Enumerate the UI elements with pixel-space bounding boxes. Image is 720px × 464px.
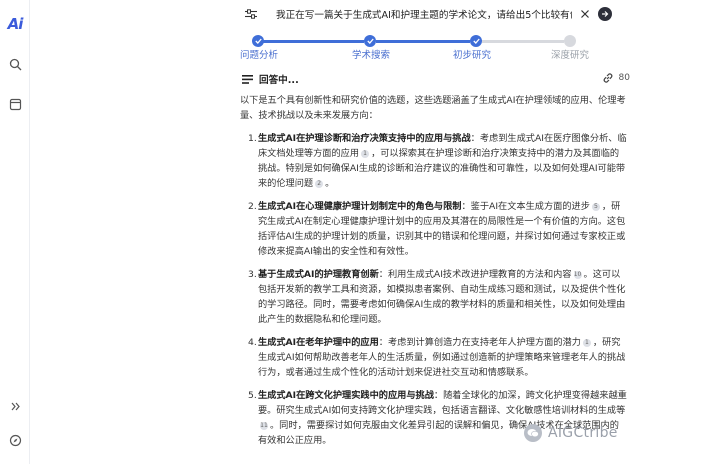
step-indicator	[470, 35, 482, 47]
citation-badge[interactable]: 1	[582, 338, 591, 347]
progress-stepper: 问题分析 学术搜索 初步研究 深度研究	[30, 30, 720, 66]
compass-icon	[9, 434, 21, 446]
arrow-right-icon	[602, 11, 609, 17]
answer-status: 回答中...	[259, 75, 299, 86]
step-indicator	[252, 35, 264, 47]
submit-button[interactable]	[598, 7, 612, 21]
app-logo[interactable]: Ai	[0, 12, 30, 36]
check-icon	[254, 38, 262, 44]
topic-item: 2. 生成式AI在心理健康护理计划制定中的角色与限制：鉴于AI在文本生成方面的进步…	[240, 199, 628, 259]
topic-number: 5.	[248, 390, 257, 401]
citation-badge[interactable]: 2	[315, 179, 324, 188]
expand-icon	[11, 402, 20, 410]
notebook-icon	[9, 98, 21, 110]
notebook-button[interactable]	[0, 92, 30, 116]
watermark: AIGCtribe	[524, 424, 618, 442]
check-icon	[366, 38, 374, 44]
answer-intro: 以下是五个具有创新性和研究价值的选题，这些选题涵盖了生成式AI在护理领域的应用、…	[240, 95, 626, 121]
query-bar: 我正在写一篇关于生成式AI和护理主题的学术论文，请给出5个比较有创新	[240, 3, 626, 25]
discover-button[interactable]	[0, 428, 30, 452]
watermark-text: AIGCtribe	[548, 425, 618, 441]
topic-text: ：利用生成式AI技术改进护理教育的方法和内容	[378, 269, 572, 280]
topic-item: 4. 生成式AI在老年护理中的应用：考虑到计算创造力在支持老年人护理方面的潜力 1，…	[240, 335, 628, 380]
topic-number: 4.	[248, 337, 257, 348]
sources-button[interactable]: 80	[602, 72, 630, 84]
citation-badge[interactable]: 10	[573, 270, 582, 279]
logo-text: Ai	[7, 15, 24, 33]
step-connector	[376, 40, 470, 43]
topic-text: ：鉴于AI在文本生成方面的进步	[461, 201, 590, 212]
link-icon	[603, 73, 612, 83]
query-input[interactable]: 我正在写一篇关于生成式AI和护理主题的学术论文，请给出5个比较有创新	[276, 7, 572, 21]
search-button[interactable]	[0, 52, 30, 76]
left-rail: Ai	[0, 0, 30, 464]
citation-badge[interactable]: 5	[591, 202, 600, 211]
topic-list: 1. 生成式AI在护理诊断和治疗决策支持中的应用与挑战：考虑到生成式AI在医疗图像…	[240, 131, 628, 448]
step-label: 学术搜索	[352, 50, 391, 61]
expand-sidebar-button[interactable]	[0, 394, 30, 418]
topic-text: 。	[325, 178, 335, 189]
topic-item: 3. 基于生成式AI的护理教育创新：利用生成式AI技术改进护理教育的方法和内容 10…	[240, 267, 628, 327]
topic-text: ：考虑到计算创造力在支持老年人护理方面的潜力	[378, 337, 581, 348]
step-connector	[482, 40, 564, 43]
clear-query-button[interactable]	[578, 7, 592, 21]
topic-item: 1. 生成式AI在护理诊断和治疗决策支持中的应用与挑战：考虑到生成式AI在医疗图像…	[240, 131, 628, 191]
close-icon	[581, 10, 589, 18]
citation-badge[interactable]: 1	[361, 149, 370, 158]
topic-title: 生成式AI在跨文化护理实践中的应用与挑战	[258, 390, 434, 401]
step-label: 问题分析	[240, 50, 279, 61]
step-indicator	[364, 35, 376, 47]
main-panel: 我正在写一篇关于生成式AI和护理主题的学术论文，请给出5个比较有创新 问题分析 …	[30, 0, 720, 464]
topic-title: 生成式AI在护理诊断和治疗决策支持中的应用与挑战	[258, 133, 471, 144]
answer-header: 回答中... 80	[242, 72, 630, 86]
step-connector	[260, 40, 364, 43]
sliders-icon	[245, 9, 257, 19]
step-label: 深度研究	[551, 50, 590, 61]
step-indicator	[564, 35, 576, 47]
topic-number: 3.	[248, 269, 257, 280]
topic-number: 2.	[248, 201, 257, 212]
topic-number: 1.	[248, 133, 257, 144]
step-label: 初步研究	[453, 50, 492, 61]
topic-title: 生成式AI在老年护理中的应用	[258, 337, 379, 348]
topic-title: 生成式AI在心理健康护理计划制定中的角色与限制	[258, 201, 462, 212]
text-lines-icon	[242, 74, 253, 84]
wechat-icon	[524, 424, 542, 442]
source-count: 80	[618, 73, 630, 83]
answer-content: 以下是五个具有创新性和研究价值的选题，这些选题涵盖了生成式AI在护理领域的应用、…	[240, 93, 628, 456]
citation-badge[interactable]: 11	[260, 421, 268, 430]
search-icon	[9, 58, 21, 70]
topic-title: 基于生成式AI的护理教育创新	[258, 269, 379, 280]
settings-button[interactable]	[240, 3, 262, 25]
check-icon	[472, 38, 480, 44]
